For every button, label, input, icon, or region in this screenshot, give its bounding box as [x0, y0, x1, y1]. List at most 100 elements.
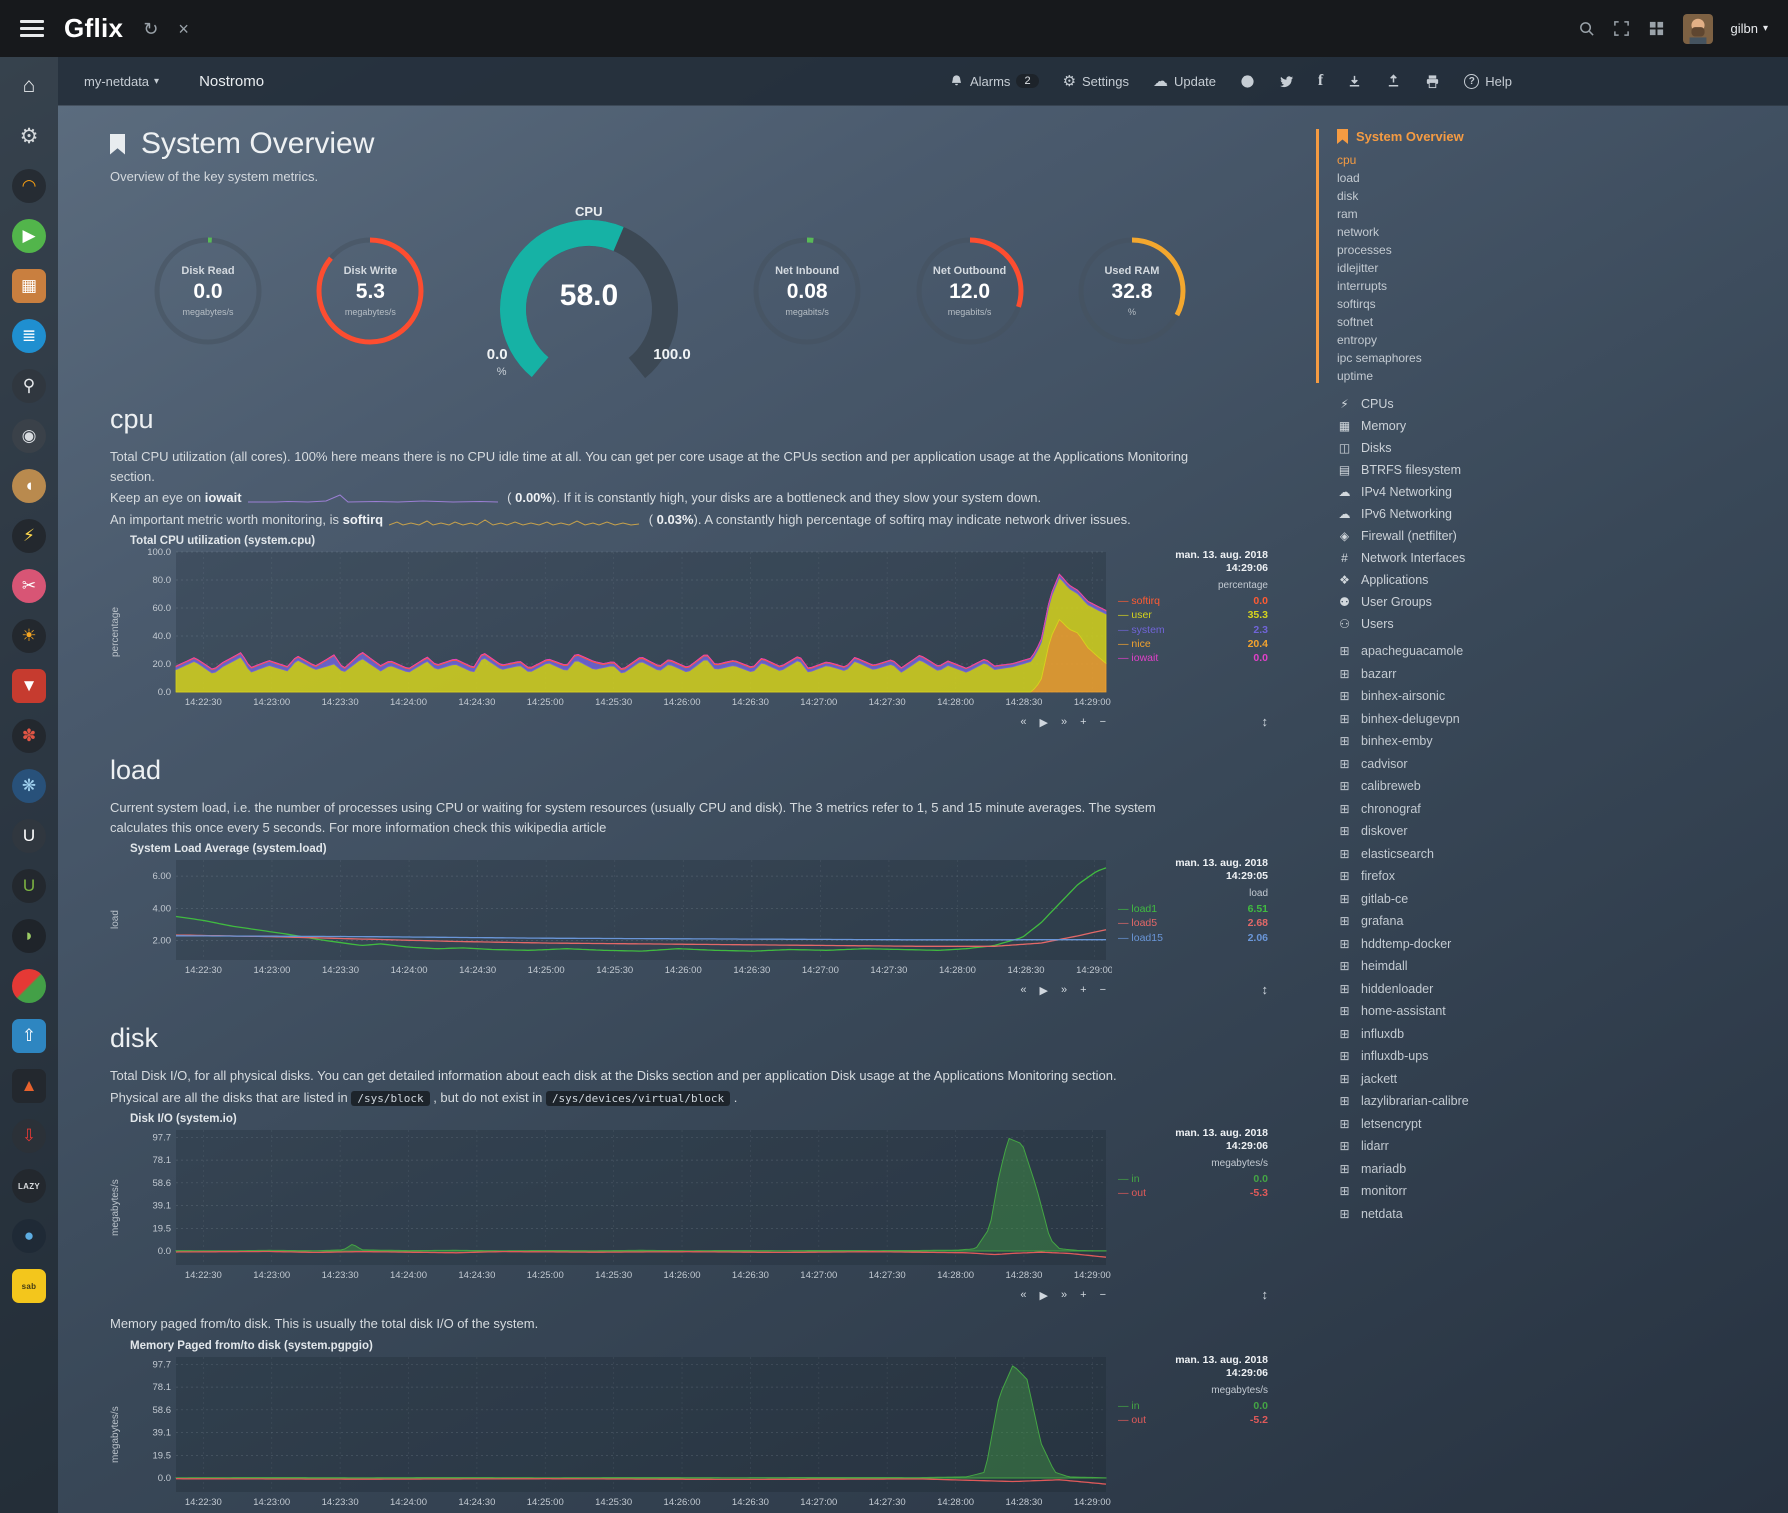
search-icon[interactable] — [1578, 20, 1595, 37]
cpu-legend-softirq[interactable]: — softirq0.0 — [1118, 594, 1268, 608]
sidebar-item-ram[interactable]: ram — [1337, 207, 1788, 221]
load-zoom-out-button[interactable]: − — [1100, 984, 1106, 997]
sidebar-section-user-groups[interactable]: ⚉User Groups — [1337, 595, 1788, 609]
load-legend-load1[interactable]: — load16.51 — [1118, 902, 1268, 916]
disk-legend-in[interactable]: — in0.0 — [1118, 1172, 1268, 1186]
app-lazylibrarian-icon[interactable]: LAZY — [12, 1169, 46, 1203]
load-legend-load5[interactable]: — load52.68 — [1118, 916, 1268, 930]
app-ombi-icon[interactable]: ◠ — [12, 169, 46, 203]
sidebar-item-load[interactable]: load — [1337, 171, 1788, 185]
pgpgio-legend-in[interactable]: — in0.0 — [1118, 1399, 1268, 1413]
app-photo-icon[interactable]: ◉ — [12, 419, 46, 453]
cpu-zoom-out-button[interactable]: − — [1100, 716, 1106, 729]
app-ubiquiti-icon[interactable]: U — [12, 819, 46, 853]
sidebar-app-heimdall[interactable]: ⊞heimdall — [1337, 959, 1788, 973]
apps-grid-icon[interactable] — [1648, 20, 1665, 37]
disk-play-button[interactable]: ▶ — [1040, 1289, 1048, 1302]
settings-gear-icon[interactable]: ⚙ — [12, 119, 46, 153]
app-search-icon[interactable]: ⚲ — [12, 369, 46, 403]
cpu-zoom-in-button[interactable]: + — [1080, 716, 1086, 729]
sidebar-app-firefox[interactable]: ⊞firefox — [1337, 869, 1788, 883]
app-sabnzbd-icon[interactable]: sab — [12, 1269, 46, 1303]
sidebar-app-calibreweb[interactable]: ⊞calibreweb — [1337, 779, 1788, 793]
sidebar-item-interrupts[interactable]: interrupts — [1337, 279, 1788, 293]
disk-pan-right-button[interactable]: » — [1061, 1289, 1067, 1302]
user-menu[interactable]: gilbn▾ — [1731, 21, 1769, 36]
app-chronograf-icon[interactable]: ☀ — [12, 619, 46, 653]
sidebar-app-influxdb-ups[interactable]: ⊞influxdb-ups — [1337, 1049, 1788, 1063]
sidebar-item-disk[interactable]: disk — [1337, 189, 1788, 203]
disk-write-gauge[interactable]: Disk Write5.3megabytes/s — [312, 233, 428, 349]
sidebar-section-users[interactable]: ⚇Users — [1337, 617, 1788, 631]
upload-icon[interactable] — [1386, 74, 1401, 89]
pgpgio-legend-out[interactable]: — out-5.2 — [1118, 1413, 1268, 1427]
download-icon[interactable] — [1347, 74, 1362, 89]
sidebar-app-hiddenloader[interactable]: ⊞hiddenloader — [1337, 982, 1788, 996]
app-docker-icon[interactable]: ▦ — [12, 269, 46, 303]
sidebar-app-diskover[interactable]: ⊞diskover — [1337, 824, 1788, 838]
load-chart-canvas[interactable]: 2.004.006.0014:22:3014:23:0014:23:3014:2… — [130, 856, 1112, 978]
settings-button[interactable]: ⚙Settings — [1063, 74, 1129, 89]
refresh-icon[interactable]: ↻ — [143, 20, 158, 38]
disk-resize-handle[interactable]: ↕ — [1262, 1287, 1269, 1302]
server-dropdown[interactable]: my-netdata▾ — [84, 74, 159, 89]
disk-pan-left-button[interactable]: « — [1020, 1289, 1026, 1302]
app-gitlab-icon[interactable]: ▲ — [12, 1069, 46, 1103]
help-button[interactable]: ?Help — [1464, 74, 1512, 89]
app-upload-tile-icon[interactable]: ⇧ — [12, 1019, 46, 1053]
disk-legend-out[interactable]: — out-5.3 — [1118, 1186, 1268, 1200]
app-nzbget-icon[interactable]: ◗ — [12, 919, 46, 953]
sidebar-item-network[interactable]: network — [1337, 225, 1788, 239]
app-airsonic-icon[interactable]: ≣ — [12, 319, 46, 353]
net-outbound-gauge[interactable]: Net Outbound12.0megabits/s — [912, 233, 1028, 349]
sidebar-item-system-overview[interactable]: System Overview — [1337, 129, 1788, 144]
github-icon[interactable] — [1240, 74, 1255, 89]
load-zoom-in-button[interactable]: + — [1080, 984, 1086, 997]
sidebar-app-binhex-emby[interactable]: ⊞binhex-emby — [1337, 734, 1788, 748]
cpu-play-button[interactable]: ▶ — [1040, 716, 1048, 729]
cpu-legend-system[interactable]: — system2.3 — [1118, 623, 1268, 637]
hamburger-menu-icon[interactable] — [20, 20, 44, 37]
sidebar-section-memory[interactable]: ▦Memory — [1337, 419, 1788, 433]
sidebar-item-uptime[interactable]: uptime — [1337, 369, 1788, 383]
cpu-chart-canvas[interactable]: 0.020.040.060.080.0100.014:22:3014:23:00… — [130, 548, 1112, 710]
sidebar-item-softirqs[interactable]: softirqs — [1337, 297, 1788, 311]
fullscreen-icon[interactable] — [1613, 20, 1630, 37]
app-emby-icon[interactable]: ▶ — [12, 219, 46, 253]
app-flower-icon[interactable]: ✽ — [12, 719, 46, 753]
app-download-icon[interactable]: ⇩ — [12, 1119, 46, 1153]
sidebar-app-cadvisor[interactable]: ⊞cadvisor — [1337, 757, 1788, 771]
load-legend-load15[interactable]: — load152.06 — [1118, 931, 1268, 945]
sidebar-app-binhex-delugevpn[interactable]: ⊞binhex-delugevpn — [1337, 712, 1788, 726]
close-tab-icon[interactable]: × — [178, 20, 189, 38]
sidebar-app-monitorr[interactable]: ⊞monitorr — [1337, 1184, 1788, 1198]
sidebar-app-gitlab-ce[interactable]: ⊞gitlab-ce — [1337, 892, 1788, 906]
sidebar-app-chronograf[interactable]: ⊞chronograf — [1337, 802, 1788, 816]
sidebar-app-lidarr[interactable]: ⊞lidarr — [1337, 1139, 1788, 1153]
sidebar-app-bazarr[interactable]: ⊞bazarr — [1337, 667, 1788, 681]
disk-read-gauge[interactable]: Disk Read0.0megabytes/s — [150, 233, 266, 349]
load-resize-handle[interactable]: ↕ — [1262, 982, 1269, 997]
sidebar-app-letsencrypt[interactable]: ⊞letsencrypt — [1337, 1117, 1788, 1131]
sidebar-item-ipc-semaphores[interactable]: ipc semaphores — [1337, 351, 1788, 365]
sidebar-section-applications[interactable]: ❖Applications — [1337, 573, 1788, 587]
sidebar-section-cpus[interactable]: ⚡CPUs — [1337, 397, 1788, 411]
sidebar-section-firewall-netfilter-[interactable]: ◈Firewall (netfilter) — [1337, 529, 1788, 543]
sidebar-section-ipv4-networking[interactable]: ☁IPv4 Networking — [1337, 485, 1788, 499]
sidebar-item-idlejitter[interactable]: idlejitter — [1337, 261, 1788, 275]
sidebar-section-btrfs-filesystem[interactable]: ▤BTRFS filesystem — [1337, 463, 1788, 477]
sidebar-app-home-assistant[interactable]: ⊞home-assistant — [1337, 1004, 1788, 1018]
app-scissors-icon[interactable]: ✂ — [12, 569, 46, 603]
disk-zoom-out-button[interactable]: − — [1100, 1289, 1106, 1302]
app-deluge-icon[interactable]: ❋ — [12, 769, 46, 803]
sidebar-app-elasticsearch[interactable]: ⊞elasticsearch — [1337, 847, 1788, 861]
disk-chart-canvas[interactable]: 97.778.158.639.119.50.014:22:3014:23:001… — [130, 1126, 1112, 1283]
load-pan-left-button[interactable]: « — [1020, 984, 1026, 997]
net-inbound-gauge[interactable]: Net Inbound0.08megabits/s — [749, 233, 865, 349]
sidebar-app-jackett[interactable]: ⊞jackett — [1337, 1072, 1788, 1086]
cpu-legend-user[interactable]: — user35.3 — [1118, 608, 1268, 622]
disk-zoom-in-button[interactable]: + — [1080, 1289, 1086, 1302]
sidebar-section-ipv6-networking[interactable]: ☁IPv6 Networking — [1337, 507, 1788, 521]
sidebar-app-binhex-airsonic[interactable]: ⊞binhex-airsonic — [1337, 689, 1788, 703]
sidebar-app-apacheguacamole[interactable]: ⊞apacheguacamole — [1337, 644, 1788, 658]
